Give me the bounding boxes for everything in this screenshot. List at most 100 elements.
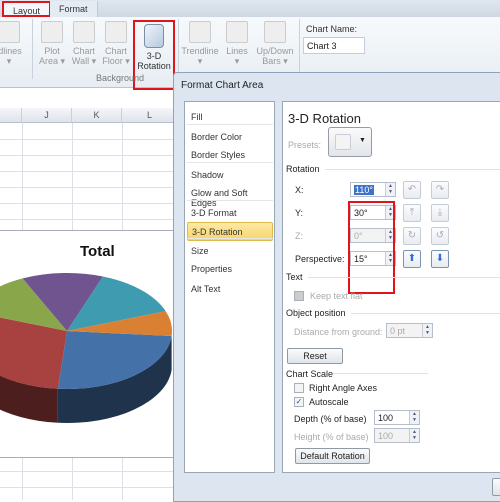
section-text: Text [286,272,303,282]
category-properties[interactable]: Properties [187,260,273,279]
autoscale-label: Autoscale [309,397,349,407]
chart-wall-icon [73,21,95,43]
row-line [0,187,178,188]
column-header-j[interactable]: J [22,108,72,123]
presets-dropdown[interactable]: ▼ [328,127,372,157]
plot-area-icon [41,21,63,43]
button-label: Lines [226,46,248,56]
button-sub: Bars ▾ [262,56,288,66]
button-label: Plot [44,46,60,56]
dialog-title: Format Chart Area [181,80,264,91]
spinner-icon[interactable]: ▲ ▼ [385,183,395,196]
button-label: Trendline [181,46,219,56]
section-object-position: Object position [286,308,346,318]
ribbon-tabs: Layout Format [0,0,500,17]
widen-perspective-icon[interactable]: ⬇ [431,250,449,268]
row-line [0,219,178,220]
chevron-down-icon: ▼ [359,137,366,144]
chart-name-label: Chart Name: [306,24,358,34]
up-down-bars-button[interactable]: Up/Down Bars ▾ [254,21,296,66]
narrow-perspective-icon[interactable]: ⬆ [403,250,421,268]
divider [187,238,273,239]
reset-button[interactable]: Reset [287,348,343,364]
depth-label: Depth (% of base) [294,414,367,424]
button-label: 3-D [146,51,162,61]
x-rotation-input[interactable]: 110° ▲ ▼ [350,182,396,197]
button-sub: Floor ▾ [102,56,130,66]
highlight-box [348,201,395,294]
rotate-down-icon[interactable]: ⤓ [431,204,449,222]
distance-value: 0 pt [390,326,406,336]
keep-text-flat-checkbox[interactable] [294,291,304,301]
category-border-color[interactable]: Border Color [187,128,273,147]
preset-preview-icon [335,134,351,150]
button-sub: Area ▾ [38,56,66,66]
tab-layout[interactable]: Layout [2,1,52,17]
divider [187,200,273,201]
category-shadow[interactable]: Shadow [187,166,273,185]
trendline-icon [189,21,211,43]
button-label: Up/Down [256,46,294,56]
height-input[interactable]: 100 ▲ ▼ [374,428,420,443]
row-line [0,203,178,204]
chart-name-input[interactable]: Chart 3 [303,37,365,54]
category-list: Fill Border Color Border Styles Shadow Glow … [184,101,275,473]
pie-svg [0,273,172,423]
height-value: 100 [378,431,394,441]
format-chart-area-dialog: Format Chart Area Fill Border Color Border… [173,72,500,502]
panel-title: 3-D Rotation [288,111,361,126]
rotate-right-icon[interactable]: ↷ [431,181,449,199]
y-label: Y: [295,208,304,218]
perspective-label: Perspective: [295,254,345,264]
default-rotation-button[interactable]: Default Rotation [295,448,370,464]
divider [32,19,33,79]
chart-wall-button[interactable]: Chart Wall ▾ [69,21,99,66]
autoscale-checkbox[interactable]: ✓ [294,397,304,407]
divider [325,169,500,170]
column-header-l[interactable]: L [122,108,178,123]
button-label: Chart [104,46,127,56]
divider [351,313,500,314]
z-label: Z: [295,231,303,241]
x-value: 110° [354,185,374,195]
depth-value: 100 [378,413,394,423]
spinner-icon[interactable]: ▲ ▼ [422,324,432,337]
rotate-up-icon[interactable]: ⤒ [403,204,421,222]
x-label: X: [295,185,304,195]
tab-format[interactable]: Format [50,1,98,17]
group-label-background: Background [95,73,145,83]
right-angle-axes-checkbox[interactable] [294,383,304,393]
distance-input[interactable]: 0 pt ▲ ▼ [386,323,433,338]
column-header-k[interactable]: K [72,108,122,123]
category-alt-text[interactable]: Alt Text [187,280,273,299]
row-line [0,487,178,488]
trendline-button[interactable]: Trendline ▾ [180,21,220,66]
rotate-counterclockwise-icon[interactable]: ↺ [431,227,449,245]
pie-chart[interactable]: Total [0,230,175,458]
divider [178,19,179,79]
button-sub: Wall ▾ [71,56,97,66]
divider [187,124,273,125]
up-down-bars-icon [264,21,286,43]
distance-label: Distance from ground: [294,327,383,337]
rotate-left-icon[interactable]: ↶ [403,181,421,199]
divider [308,277,500,278]
rotation-panel: 3-D Rotation Presets: ▼ Rotation X: 110°… [282,101,500,473]
lines-icon [226,21,248,43]
lines-button[interactable]: Lines ▾ [222,21,252,66]
column-header[interactable] [0,108,22,123]
spinner-icon[interactable]: ▲ ▼ [409,411,419,424]
row-line [0,471,178,472]
section-chart-scale: Chart Scale [286,369,334,379]
category-3-d-format[interactable]: 3-D Format [187,204,273,223]
chart-floor-button[interactable]: Chart Floor ▾ [101,21,131,66]
close-button[interactable] [492,478,500,496]
plot-area-button[interactable]: Plot Area ▾ [37,21,67,66]
depth-input[interactable]: 100 ▲ ▼ [374,410,420,425]
gridlines-button[interactable]: idlines▾ [0,21,26,66]
category-size[interactable]: Size [187,242,273,261]
spinner-icon[interactable]: ▲ ▼ [409,429,419,442]
divider [333,373,428,374]
rotate-clockwise-icon[interactable]: ↻ [403,227,421,245]
keep-text-flat-label: Keep text flat [310,291,363,301]
